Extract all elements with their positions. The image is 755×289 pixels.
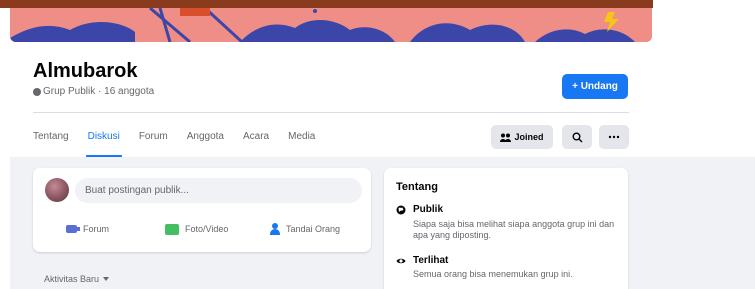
cover-photo[interactable] [10, 8, 652, 42]
group-name[interactable]: Almubarok [33, 60, 137, 83]
tab-members[interactable]: Anggota [187, 126, 224, 152]
group-meta-text: Grup Publik · 16 anggota [43, 86, 155, 97]
tab-media[interactable]: Media [288, 126, 315, 152]
photo-video-label: Foto/Video [185, 224, 229, 234]
photo-video-button[interactable]: Foto/Video [165, 220, 228, 238]
cover-illustration [10, 8, 652, 42]
about-public-desc: Siapa saja bisa melihat siapa anggota gr… [413, 219, 615, 240]
more-icon [608, 135, 620, 139]
avatar[interactable] [45, 178, 69, 202]
forum-icon [66, 225, 80, 233]
tab-about[interactable]: Tentang [33, 126, 69, 152]
forum-button[interactable]: Forum [66, 220, 109, 238]
photo-icon [165, 223, 179, 235]
tag-people-label: Tandai Orang [286, 224, 341, 234]
top-strip [0, 0, 755, 8]
tab-events[interactable]: Acara [243, 126, 269, 152]
globe-icon [33, 87, 41, 96]
activity-label: Aktivitas Baru [44, 274, 100, 284]
right-margin [653, 0, 755, 157]
composer-input[interactable]: Buat postingan publik... [75, 178, 362, 203]
joined-button[interactable]: Joined [491, 125, 553, 149]
activity-sort-dropdown[interactable]: Aktivitas Baru [44, 274, 110, 284]
tag-people-button[interactable]: Tandai Orang [270, 220, 340, 238]
tab-discussion[interactable]: Diskusi [85, 126, 123, 158]
search-icon [572, 132, 582, 142]
tag-icon [270, 223, 280, 235]
group-tabs: Tentang Diskusi Forum Anggota Acara Medi… [33, 126, 334, 158]
globe-icon [396, 205, 406, 215]
about-public-title: Publik [413, 204, 444, 215]
forum-label: Forum [83, 224, 110, 234]
tab-forum[interactable]: Forum [139, 126, 168, 152]
header-divider [33, 112, 629, 113]
about-title: Tentang [396, 181, 438, 193]
group-icon [500, 133, 512, 142]
group-meta: Grup Publik · 16 anggota [33, 86, 154, 97]
invite-button[interactable]: + Undang [562, 74, 628, 99]
eye-icon [396, 258, 406, 264]
caret-down-icon [103, 277, 110, 281]
search-button[interactable] [562, 125, 592, 149]
joined-label: Joined [514, 132, 544, 142]
more-button[interactable] [599, 125, 629, 149]
about-visible-desc: Semua orang bisa menemukan grup ini. [413, 269, 573, 279]
about-visible-title: Terlihat [413, 255, 449, 266]
